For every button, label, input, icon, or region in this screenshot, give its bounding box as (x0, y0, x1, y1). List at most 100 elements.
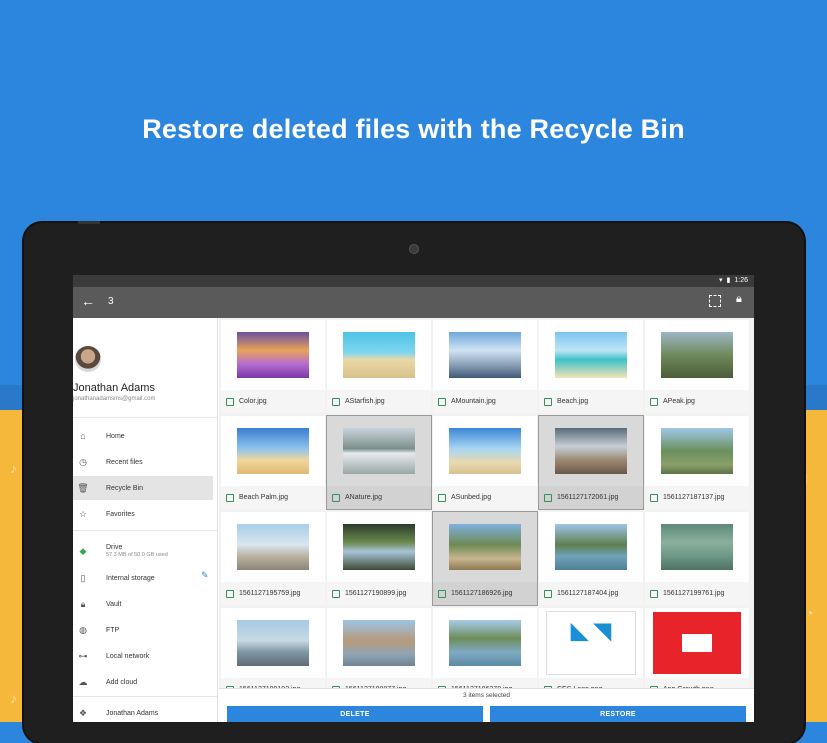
file-tile[interactable]: AMountain.jpg (433, 320, 537, 413)
divider (73, 417, 217, 418)
nav-item-recycle-bin[interactable]: 🗑︎ Recycle Bin (73, 476, 213, 500)
image-file-icon (544, 493, 552, 502)
divider (73, 696, 217, 697)
file-thumbnail (221, 320, 325, 390)
file-tile[interactable]: 1561127187137.jpg (645, 416, 749, 509)
file-tile[interactable]: 1561127186926.jpg (432, 511, 538, 606)
file-caption: 1561127172061.jpg (539, 486, 643, 509)
nav-item-vault[interactable]: 🔒︎ Vault (73, 592, 213, 616)
thumbnail-image (661, 332, 733, 378)
home-icon: ⌂ (80, 431, 86, 441)
nav-item-internal-storage[interactable]: ▯ Internal storage (73, 566, 213, 590)
nav-label-home: Home (106, 432, 125, 440)
file-thumbnail (645, 320, 749, 390)
file-thumbnail (221, 608, 325, 678)
music-note-icon: ♪ (10, 460, 17, 476)
select-all-icon[interactable] (709, 295, 721, 307)
nav-item-favorites[interactable]: ☆ Favorites (73, 502, 213, 526)
avatar[interactable] (75, 346, 101, 372)
back-arrow-icon[interactable]: ← (81, 293, 95, 309)
star-icon: ☆ (78, 508, 88, 519)
file-caption: 1561127187404.jpg (539, 582, 643, 605)
nav-label-ftp: FTP (106, 626, 120, 634)
globe-icon: ◍ (79, 624, 87, 635)
divider (73, 530, 217, 531)
file-thumbnail (539, 512, 643, 582)
file-tile[interactable]: Color.jpg (221, 320, 325, 413)
image-file-icon (332, 397, 340, 406)
nav-item-add-cloud[interactable]: ☁ Add cloud (73, 670, 213, 694)
network-icon: ⊶ (78, 650, 88, 661)
file-caption: Beach.jpg (539, 390, 643, 413)
nav-item-home[interactable]: ⌂ Home (73, 424, 213, 448)
restore-button[interactable]: RESTORE (490, 706, 746, 722)
selection-count: 3 (108, 296, 114, 307)
thumbnail-image (449, 428, 521, 474)
nav-item-local-network[interactable]: ⊶ Local network (73, 644, 213, 668)
thumbnail-image (343, 428, 415, 474)
nav-item-recent[interactable]: ◷ Recent files (73, 450, 213, 474)
file-name: AStarfish.jpg (345, 398, 385, 405)
thumbnail-image (343, 332, 415, 378)
wifi-icon: ▾ (719, 277, 723, 284)
file-tile[interactable]: APeak.jpg (645, 320, 749, 413)
file-caption: 1561127186926.jpg (433, 582, 537, 605)
thumbnail-image (555, 428, 627, 474)
file-thumbnail (433, 512, 537, 582)
nav-item-drive[interactable]: ◆ Drive 57.3 MB of 50.0 GB used (73, 537, 213, 565)
thumbnail-image (555, 524, 627, 570)
file-tile[interactable]: Beach Palm.jpg (221, 416, 325, 509)
file-name: Beach.jpg (557, 398, 589, 405)
drive-icon: ◆ (79, 545, 87, 556)
user-name: Jonathan Adams (73, 382, 155, 394)
device-button (78, 221, 100, 224)
thumbnail-image (449, 620, 521, 666)
file-tile[interactable]: Beach.jpg (539, 320, 643, 413)
lock-icon: 🔒︎ (80, 598, 86, 609)
nav-item-ftp[interactable]: ◍ FTP (73, 618, 213, 642)
lock-icon[interactable]: 🔒︎ (736, 293, 742, 306)
thumbnail-image (343, 620, 415, 666)
status-bar: ▾ ▮ 1:26 (73, 275, 754, 287)
drive-text: Drive 57.3 MB of 50.0 GB used (106, 544, 168, 558)
thumbnail-image (237, 524, 309, 570)
file-caption: 1561127187137.jpg (645, 486, 749, 509)
cloud-add-icon: ☁ (78, 676, 88, 687)
image-file-icon (438, 397, 446, 406)
file-tile[interactable]: ANature.jpg (326, 415, 432, 510)
file-name: 1561127172061.jpg (557, 494, 619, 501)
file-name: ASunbed.jpg (451, 494, 492, 501)
image-file-icon (438, 589, 446, 598)
file-thumbnail (327, 320, 431, 390)
file-thumbnail (433, 608, 537, 678)
image-file-icon (650, 397, 658, 406)
app-growth-badge (682, 634, 712, 652)
file-caption: 1561127195759.jpg (221, 582, 325, 605)
file-tile[interactable]: ASunbed.jpg (433, 416, 537, 509)
file-caption: AMountain.jpg (433, 390, 537, 413)
navigation-drawer: Jonathan Adams jonathanadamsms@gmail.com… (73, 318, 218, 722)
nav-label-local: Local network (106, 652, 150, 660)
delete-button[interactable]: DELETE (227, 706, 483, 722)
image-file-icon (332, 589, 340, 598)
file-caption: Color.jpg (221, 390, 325, 413)
image-file-icon (226, 589, 234, 598)
file-tile[interactable]: 1561127195759.jpg (221, 512, 325, 605)
nav-label-favorites: Favorites (106, 510, 135, 518)
thumbnail-image (237, 428, 309, 474)
thumbnail-image (237, 332, 309, 378)
file-thumbnail (539, 416, 643, 486)
file-tile[interactable]: 1561127190899.jpg (327, 512, 431, 605)
file-tile[interactable]: 1561127172061.jpg (538, 415, 644, 510)
file-thumbnail (433, 320, 537, 390)
selection-action-bar: 3 items selected DELETE RESTORE (219, 688, 754, 722)
nav-label-recent: Recent files (106, 458, 143, 466)
nav-item-account[interactable]: ❖ Jonathan Adams (73, 701, 213, 722)
file-tile[interactable]: 1561127187404.jpg (539, 512, 643, 605)
status-time: 1:26 (734, 276, 748, 284)
file-name: 1561127186926.jpg (451, 590, 513, 597)
image-file-icon (544, 589, 552, 598)
file-tile[interactable]: 1561127199761.jpg (645, 512, 749, 605)
broom-icon[interactable]: ✎ (201, 570, 209, 581)
file-tile[interactable]: AStarfish.jpg (327, 320, 431, 413)
